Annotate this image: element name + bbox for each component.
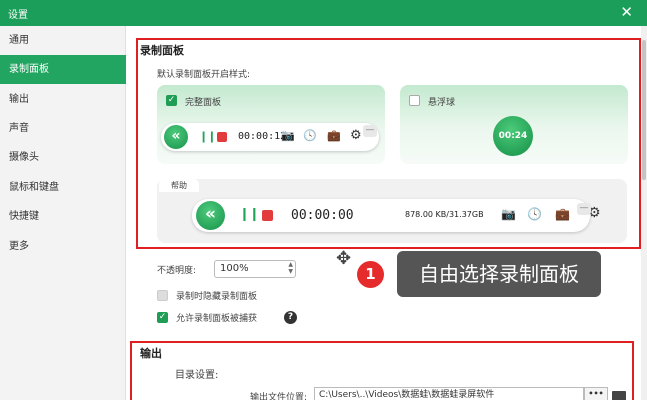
- browse-button[interactable]: •••: [584, 387, 608, 400]
- sidebar-item-output[interactable]: 输出: [0, 85, 126, 114]
- minimize-icon: —: [363, 125, 377, 137]
- camera-icon: 📷: [281, 129, 295, 142]
- stop-icon: [262, 210, 273, 221]
- full-panel-preview-bar: « ❙❙ 00:00:12 📷 🕓 💼 ⚙: [161, 123, 379, 151]
- floating-ball-option[interactable]: 悬浮球 00:24: [400, 85, 628, 164]
- full-panel-checkbox[interactable]: ✓: [166, 95, 177, 106]
- stop-icon: [217, 132, 227, 142]
- help-timer: 00:00:00: [291, 208, 354, 223]
- file-size-readout: 878.00 KB/31.37GB: [405, 210, 484, 219]
- sidebar-item-sound[interactable]: 声音: [0, 114, 126, 143]
- sidebar-item-more[interactable]: 更多: [0, 232, 126, 261]
- opacity-value: 100%: [220, 263, 249, 274]
- help-preview-card: 帮助 « ❙❙ 00:00:00 878.00 KB/31.37GB 📷 🕓 💼…: [157, 179, 627, 243]
- hide-panel-checkbox[interactable]: [157, 290, 168, 301]
- title-bar: 设置 ✕: [0, 0, 647, 26]
- default-style-label: 默认录制面板开启样式:: [157, 70, 251, 80]
- clock-icon: 🕓: [303, 129, 317, 142]
- floating-ball-label: 悬浮球: [428, 98, 456, 108]
- help-tab[interactable]: 帮助: [159, 179, 199, 192]
- record-panel-title: 录制面板: [140, 44, 184, 57]
- play-icon: «: [164, 125, 188, 149]
- output-path-field[interactable]: C:\Users\..\Videos\数据蛙\数据蛙录屏软件: [314, 387, 584, 400]
- floating-ball-checkbox[interactable]: [409, 95, 420, 106]
- help-icon[interactable]: ?: [284, 311, 297, 324]
- allow-capture-checkbox[interactable]: ✓: [157, 312, 168, 323]
- sidebar-item-record-panel[interactable]: 录制面板: [0, 55, 126, 84]
- pause-icon: ❙❙: [239, 207, 260, 222]
- scrollbar-thumb[interactable]: [642, 40, 646, 180]
- full-panel-label: 完整面板: [185, 98, 222, 108]
- output-title: 输出: [140, 347, 162, 360]
- sidebar-item-mouse-keyboard[interactable]: 鼠标和键盘: [0, 173, 126, 202]
- opacity-stepper[interactable]: 100% ▲ ▼: [214, 260, 296, 278]
- camera-icon: 📷: [501, 207, 516, 221]
- toolbox-icon: 💼: [327, 129, 341, 142]
- opacity-label: 不透明度:: [157, 266, 197, 276]
- callout-number-badge: 1: [357, 261, 384, 288]
- clock-icon: 🕓: [527, 207, 542, 221]
- pause-icon: ❙❙: [199, 130, 216, 143]
- scrollbar[interactable]: [641, 26, 647, 400]
- output-path-label: 输出文件位置:: [250, 393, 308, 400]
- hide-panel-label: 录制时隐藏录制面板: [176, 292, 258, 302]
- sidebar-item-hotkeys[interactable]: 快捷键: [0, 202, 126, 231]
- help-preview-bar: « ❙❙ 00:00:00 878.00 KB/31.37GB 📷 🕓 💼 ⚙: [192, 199, 601, 232]
- floating-ball-preview: 00:24: [493, 116, 533, 156]
- allow-capture-label: 允许录制面板被捕获: [176, 314, 258, 324]
- toolbox-icon: 💼: [555, 207, 570, 221]
- move-cursor-icon: ✥: [336, 248, 352, 269]
- sidebar-item-camera[interactable]: 摄像头: [0, 143, 126, 172]
- full-panel-option[interactable]: ✓ 完整面板 « ❙❙ 00:00:12 📷 🕓 💼 ⚙ —: [157, 85, 385, 164]
- minimize-icon: —: [577, 203, 591, 215]
- stepper-arrows-icon[interactable]: ▲ ▼: [288, 261, 293, 275]
- close-icon[interactable]: ✕: [620, 3, 633, 21]
- play-icon: «: [196, 201, 225, 230]
- dir-settings-label: 目录设置:: [175, 370, 219, 381]
- window-title: 设置: [8, 10, 28, 21]
- callout-annotation: 自由选择录制面板: [397, 251, 601, 297]
- full-panel-timer: 00:00:12: [238, 131, 287, 142]
- settings-sidebar: 通用 录制面板 输出 声音 摄像头 鼠标和键盘 快捷键 更多: [0, 26, 126, 400]
- folder-icon[interactable]: [612, 391, 626, 400]
- sidebar-item-general[interactable]: 通用: [0, 26, 126, 55]
- gear-icon: ⚙: [350, 128, 362, 143]
